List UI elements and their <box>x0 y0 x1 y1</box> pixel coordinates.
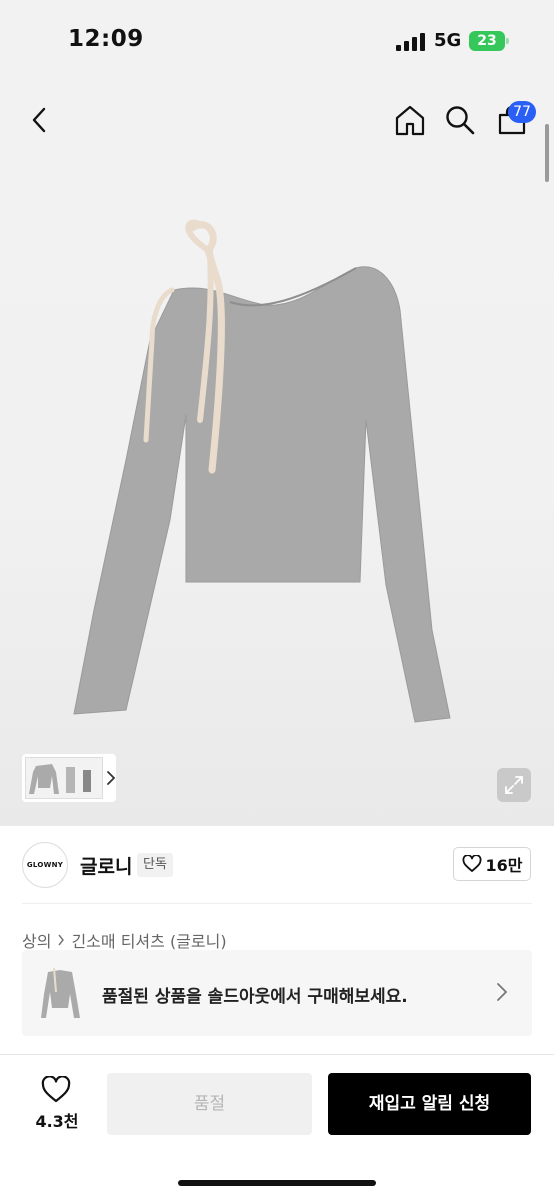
expand-icon <box>505 776 523 794</box>
chevron-right-icon <box>58 934 65 946</box>
back-button[interactable] <box>18 98 62 142</box>
status-bar: 12:09 5G 23 <box>0 0 554 84</box>
search-icon <box>446 106 475 135</box>
brand-like-button[interactable]: 16만 <box>453 847 531 881</box>
product-hero: 12:09 5G 23 77 <box>0 0 554 826</box>
wishlist-count: 4.3천 <box>35 1112 79 1131</box>
exclusive-badge: 단독 <box>137 853 173 877</box>
restock-alert-button[interactable]: 재입고 알림 신청 <box>328 1073 531 1135</box>
brand-name[interactable]: 글로니 <box>80 852 132 879</box>
thumbnail-strip[interactable] <box>22 754 116 802</box>
home-button[interactable] <box>388 98 432 142</box>
chevron-left-icon <box>32 107 46 133</box>
brand-logo[interactable]: GLOWNY <box>22 842 68 888</box>
heart-icon <box>41 1075 71 1103</box>
soldout-button[interactable]: 품절 <box>107 1073 312 1135</box>
cart-count-badge: 77 <box>508 101 536 123</box>
wishlist-button[interactable] <box>34 1075 78 1108</box>
soldout-banner-text: 품절된 상품을 솔드아웃에서 구매해보세요. <box>102 987 408 1007</box>
home-indicator[interactable] <box>178 1180 376 1186</box>
breadcrumb: 상의 긴소매 티셔츠 (글로니) <box>22 928 227 952</box>
network-type: 5G <box>434 30 462 51</box>
signal-icon <box>396 33 426 51</box>
expand-image-button[interactable] <box>497 768 531 802</box>
heart-icon <box>462 855 481 872</box>
breadcrumb-category[interactable]: 상의 <box>22 928 51 952</box>
bottom-bar-divider <box>0 1054 554 1055</box>
soldout-banner[interactable]: 품절된 상품을 솔드아웃에서 구매해보세요. <box>22 950 532 1036</box>
battery-level: 23 <box>469 31 505 51</box>
chevron-right-icon <box>107 771 116 785</box>
brand-like-count: 16만 <box>485 856 523 875</box>
search-button[interactable] <box>438 98 482 142</box>
home-icon <box>395 105 425 136</box>
breadcrumb-subcategory[interactable]: 긴소매 티셔츠 (글로니) <box>71 928 226 952</box>
scrollbar[interactable] <box>545 124 549 182</box>
chevron-right-icon <box>497 983 508 1001</box>
thumbnail-image[interactable] <box>25 757 103 799</box>
product-image[interactable] <box>60 210 490 735</box>
soldout-product-thumbnail <box>41 967 80 1018</box>
status-time: 12:09 <box>68 26 144 52</box>
battery-icon: 23 <box>469 31 509 51</box>
divider <box>22 903 532 904</box>
